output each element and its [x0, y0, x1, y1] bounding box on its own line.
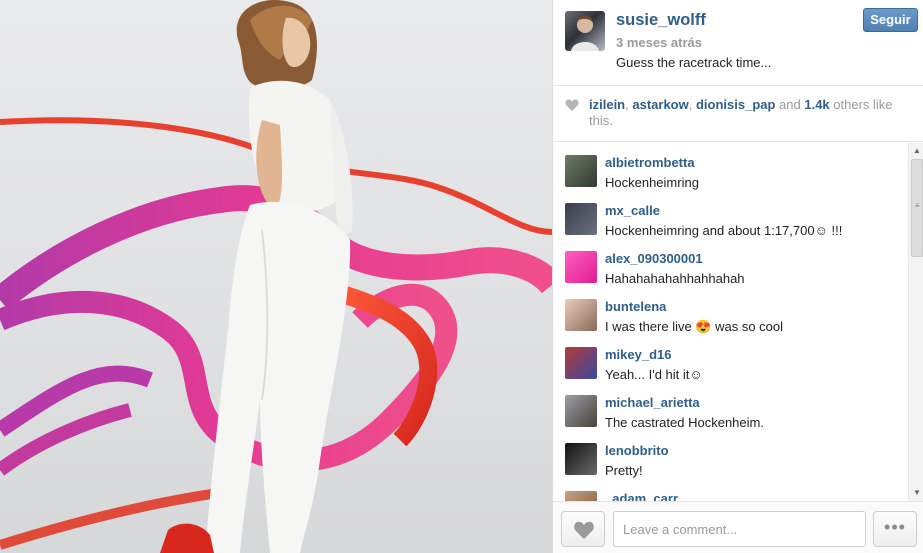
scrollbar-thumb[interactable]: ≡	[911, 159, 923, 257]
photo-illustration	[0, 0, 552, 553]
comments-list: albietrombetta Hockenheimring mx_calle H…	[553, 143, 908, 501]
author-username[interactable]: susie_wolff	[616, 11, 706, 30]
comment-input[interactable]	[613, 511, 866, 547]
comment-text: I was there live 😍 was so cool	[605, 319, 784, 334]
comment-item: _adam_carr	[565, 483, 905, 501]
comment-text: The castrated Hockenheim.	[605, 415, 764, 430]
likes-and: and	[775, 97, 805, 112]
ellipsis-icon[interactable]: •••	[873, 511, 917, 547]
comment-item: alex_090300001 Hahahahahahhahhahah	[565, 243, 905, 291]
comment-username[interactable]: buntelena	[605, 299, 666, 314]
liker-username[interactable]: izilein	[589, 97, 625, 112]
comment-item: buntelena I was there live 😍 was so cool	[565, 291, 905, 339]
commenter-avatar[interactable]	[565, 395, 597, 427]
comment-username[interactable]: albietrombetta	[605, 155, 695, 170]
comment-username[interactable]: mikey_d16	[605, 347, 672, 362]
commenter-avatar[interactable]	[565, 443, 597, 475]
comment-footer: •••	[553, 501, 923, 553]
commenter-avatar[interactable]	[565, 299, 597, 331]
post-header: susie_wolff 3 meses atrás Guess the race…	[553, 0, 923, 86]
grip-icon: ≡	[915, 201, 920, 210]
commenter-avatar[interactable]	[565, 347, 597, 379]
post-caption: Guess the racetrack time...	[616, 55, 772, 70]
comment-item: mx_calle Hockenheimring and about 1:17,7…	[565, 195, 905, 243]
comment-text: Hockenheimring and about 1:17,700☺ !!!	[605, 223, 843, 238]
liker-username[interactable]: dionisis_pap	[696, 97, 775, 112]
scroll-down-arrow-icon[interactable]: ▼	[912, 488, 922, 498]
likes-text: izilein, astarkow, dionisis_pap and 1.4k…	[589, 97, 909, 129]
heart-icon	[565, 99, 579, 111]
post-details-panel: susie_wolff 3 meses atrás Guess the race…	[552, 0, 923, 553]
comment-text: Hockenheimring	[605, 175, 699, 190]
likes-separator: ,	[688, 97, 696, 112]
like-button[interactable]	[561, 511, 605, 547]
heart-icon	[574, 521, 594, 539]
author-avatar[interactable]	[565, 11, 605, 51]
comment-text: Yeah... I'd hit it☺	[605, 367, 703, 382]
commenter-avatar[interactable]	[565, 155, 597, 187]
liker-username[interactable]: astarkow	[632, 97, 688, 112]
comments-scrollbar[interactable]: ▲ ≡ ▼	[908, 143, 923, 501]
likes-count[interactable]: 1.4k	[804, 97, 829, 112]
comment-username[interactable]: michael_arietta	[605, 395, 700, 410]
comment-username[interactable]: mx_calle	[605, 203, 660, 218]
comment-item: michael_arietta The castrated Hockenheim…	[565, 387, 905, 435]
post-timestamp[interactable]: 3 meses atrás	[616, 35, 702, 50]
comment-username[interactable]: alex_090300001	[605, 251, 703, 266]
comment-item: albietrombetta Hockenheimring	[565, 147, 905, 195]
commenter-avatar[interactable]	[565, 491, 597, 501]
commenter-avatar[interactable]	[565, 203, 597, 235]
comment-username[interactable]: lenobbrito	[605, 443, 669, 458]
comment-text: Hahahahahahhahhahah	[605, 271, 745, 286]
comment-item: mikey_d16 Yeah... I'd hit it☺	[565, 339, 905, 387]
comment-username[interactable]: _adam_carr	[605, 491, 678, 501]
post-photo[interactable]	[0, 0, 552, 553]
commenter-avatar[interactable]	[565, 251, 597, 283]
comment-item: lenobbrito Pretty!	[565, 435, 905, 483]
comment-text: Pretty!	[605, 463, 643, 478]
likes-summary: izilein, astarkow, dionisis_pap and 1.4k…	[553, 87, 923, 142]
scroll-up-arrow-icon[interactable]: ▲	[912, 146, 922, 156]
follow-button[interactable]: Seguir	[863, 8, 918, 32]
